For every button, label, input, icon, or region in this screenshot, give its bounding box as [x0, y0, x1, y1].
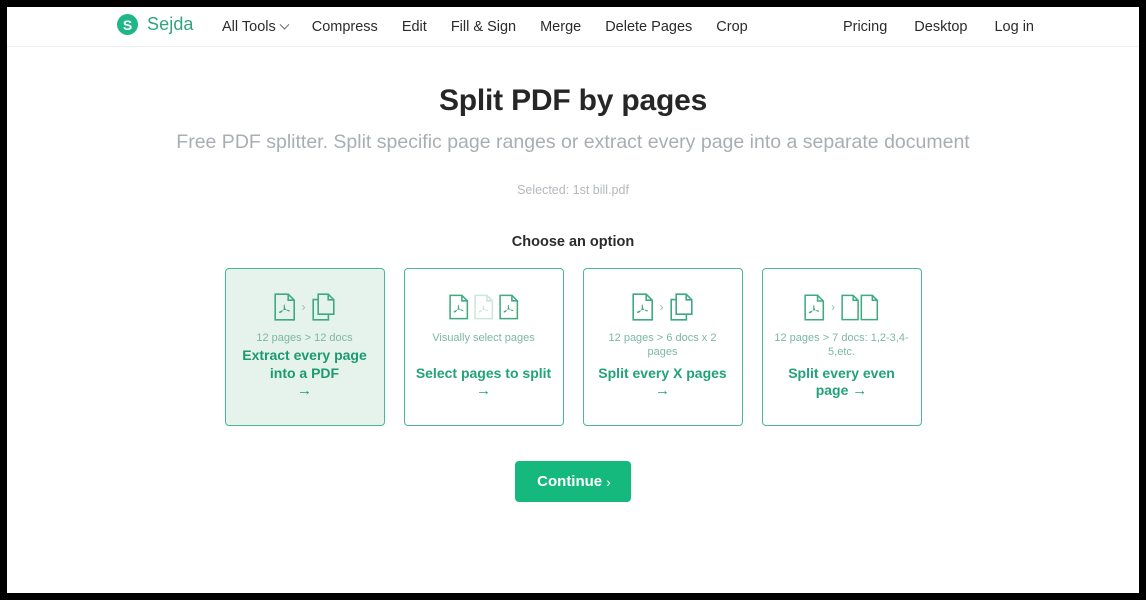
option-card-split-every-even-page[interactable]: › 12 pages > 7 docs: 1,2-3,4-5,etc. Spli…: [761, 268, 922, 426]
option-card-extract-every-page[interactable]: › 12 pages > 12 docs Extract every page …: [224, 268, 385, 426]
option-card-cta: Select pages to split →: [414, 365, 554, 401]
primary-nav: All Tools Compress Edit Fill & Sign Merg…: [222, 7, 748, 47]
pdf-file-icon: [631, 293, 653, 321]
selected-file-label: Selected: 1st bill.pdf: [517, 183, 629, 197]
nav-item-all-tools[interactable]: All Tools: [222, 19, 290, 35]
option-card-cta-label: Split every X pages: [598, 364, 727, 381]
nav-item-crop[interactable]: Crop: [716, 19, 747, 35]
browser-page-frame: S Sejda All Tools Compress Edit Fill & S…: [7, 7, 1139, 593]
document-copies-icon: [311, 293, 335, 321]
nav-item-pricing[interactable]: Pricing: [843, 19, 887, 35]
continue-button-row: Continue ›: [7, 461, 1139, 502]
nav-item-delete-pages[interactable]: Delete Pages: [605, 19, 692, 35]
pdf-file-faded-icon: [473, 294, 493, 320]
secondary-nav: Pricing Desktop Log in: [843, 7, 1034, 47]
nav-item-log-in[interactable]: Log in: [994, 19, 1034, 35]
nav-item-merge[interactable]: Merge: [540, 19, 581, 35]
pdf-file-icon: [273, 293, 295, 321]
option-card-split-every-x-pages[interactable]: › 12 pages > 6 docs x 2 pages Split ever…: [582, 268, 743, 426]
option-card-cta: Extract every page into a PDF →: [235, 347, 375, 401]
chevron-right-icon: ›: [606, 473, 611, 490]
option-card-cta-label: Split every even page: [788, 364, 895, 399]
option-card-subtext: 12 pages > 7 docs: 1,2-3,4-5,etc.: [774, 332, 909, 358]
three-pdf-pages-icon: [448, 289, 519, 325]
option-card-cta-label: Select pages to split: [415, 364, 552, 381]
brand-name: Sejda: [147, 14, 194, 34]
page-content: Split PDF by pages Free PDF splitter. Sp…: [7, 47, 1139, 502]
arrow-right-icon: →: [297, 382, 312, 400]
nav-item-desktop[interactable]: Desktop: [914, 19, 967, 35]
arrow-separator-icon: ›: [659, 300, 664, 314]
option-card-cta: Split every even page →: [772, 365, 912, 401]
nav-item-fill-and-sign[interactable]: Fill & Sign: [451, 19, 516, 35]
nav-item-all-tools-label: All Tools: [222, 19, 276, 35]
sejda-logo[interactable]: S Sejda: [117, 14, 194, 35]
arrow-right-icon: →: [476, 382, 491, 400]
pdf-file-icon: [804, 294, 825, 320]
nav-item-compress[interactable]: Compress: [312, 19, 378, 35]
chevron-down-icon: [279, 19, 290, 30]
pdf-file-icon: [448, 294, 468, 320]
continue-button[interactable]: Continue ›: [515, 461, 631, 502]
pdf-to-copies-icon: ›: [273, 289, 336, 325]
pdf-file-icon: [498, 294, 518, 320]
arrow-right-icon: →: [655, 382, 670, 400]
sejda-circle-logo-icon: S: [117, 14, 138, 35]
pdf-to-copies-icon: ›: [631, 289, 694, 325]
choose-option-label: Choose an option: [511, 234, 635, 250]
continue-button-label: Continue: [537, 473, 603, 490]
page-title: Split PDF by pages: [438, 84, 708, 117]
page-subtitle: Free PDF splitter. Split specific page r…: [176, 131, 970, 153]
two-documents-icon: [841, 294, 879, 320]
arrow-separator-icon: ›: [831, 300, 835, 314]
option-card-cta-label: Extract every page into a PDF: [242, 347, 367, 381]
pdf-to-two-docs-icon: ›: [804, 289, 879, 325]
option-card-cta: Split every X pages →: [593, 365, 733, 401]
arrow-right-icon: →: [852, 382, 868, 400]
document-copies-icon: [669, 293, 693, 321]
option-card-list: › 12 pages > 12 docs Extract every page …: [7, 268, 1139, 426]
option-card-subtext: 12 pages > 12 docs: [256, 332, 353, 344]
option-card-select-pages-to-split[interactable]: Visually select pages Select pages to sp…: [403, 268, 564, 426]
arrow-separator-icon: ›: [301, 300, 306, 314]
site-header: S Sejda All Tools Compress Edit Fill & S…: [7, 7, 1139, 47]
nav-item-edit[interactable]: Edit: [402, 19, 427, 35]
option-card-subtext: Visually select pages: [432, 332, 535, 344]
option-card-subtext: 12 pages > 6 docs x 2 pages: [608, 332, 717, 358]
